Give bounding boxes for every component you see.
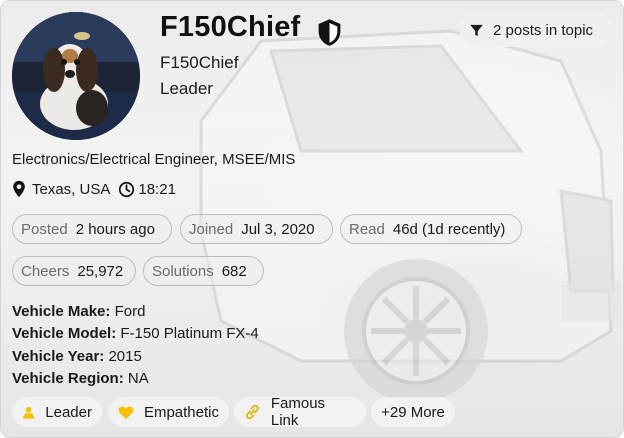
stat-value: 46d (1d recently)	[392, 220, 506, 238]
stat-cheers: Cheers 25,972	[12, 256, 136, 286]
user-profile-card: F150Chief F150Chief Leader 2 posts in to…	[0, 0, 624, 438]
person-icon	[23, 406, 35, 419]
more-badges-button[interactable]: +29 More	[371, 397, 455, 427]
stat-label: Solutions	[152, 262, 214, 280]
stat-joined: Joined Jul 3, 2020	[180, 214, 333, 244]
stat-value: 2 hours ago	[75, 220, 155, 238]
vehicle-field-value: NA	[127, 370, 149, 387]
badge-label: Famous Link	[270, 395, 326, 429]
badge-leader[interactable]: Leader	[12, 397, 102, 427]
vehicle-field-label: Vehicle Model:	[12, 325, 117, 342]
vehicle-year: Vehicle Year: 2015	[12, 348, 142, 365]
stat-value: Jul 3, 2020	[241, 220, 315, 238]
stat-label: Posted	[21, 220, 68, 238]
vehicle-region: Vehicle Region: NA	[12, 370, 149, 387]
filter-icon	[470, 24, 483, 36]
posts-in-topic-button[interactable]: 2 posts in topic	[459, 13, 613, 47]
stat-label: Read	[349, 220, 385, 238]
posts-in-topic-label: 2 posts in topic	[493, 21, 594, 39]
clock-icon	[119, 181, 135, 197]
badge-label: Leader	[45, 403, 92, 421]
local-time-text: 18:21	[138, 180, 176, 198]
stat-label: Cheers	[21, 262, 70, 280]
user-rank: Leader	[160, 79, 213, 98]
map-pin-icon	[13, 180, 25, 198]
avatar[interactable]	[12, 12, 140, 140]
vehicle-field-value: Ford	[114, 303, 146, 320]
stat-value: 682	[221, 262, 247, 280]
link-icon	[246, 405, 259, 419]
vehicle-field-label: Vehicle Make:	[12, 303, 111, 320]
dog-avatar-image	[12, 12, 140, 140]
display-name: F150Chief	[160, 53, 239, 72]
stat-read: Read 46d (1d recently)	[340, 214, 522, 244]
shield-icon	[318, 19, 341, 46]
location-text: Texas, USA	[32, 180, 111, 198]
vehicle-model: Vehicle Model: F-150 Platinum FX-4	[12, 325, 259, 342]
more-badges-label: +29 More	[381, 403, 445, 421]
heart-icon	[118, 406, 134, 419]
vehicle-field-label: Vehicle Year:	[12, 348, 105, 365]
stat-posted: Posted 2 hours ago	[12, 214, 172, 244]
stat-label: Joined	[189, 220, 234, 238]
stat-solutions: Solutions 682	[143, 256, 264, 286]
stat-value: 25,972	[77, 262, 124, 280]
badge-label: Empathetic	[143, 403, 219, 421]
badge-empathetic[interactable]: Empathetic	[108, 397, 229, 427]
vehicle-field-label: Vehicle Region:	[12, 370, 124, 387]
vehicle-make: Vehicle Make: Ford	[12, 303, 145, 320]
vehicle-field-value: 2015	[108, 348, 142, 365]
user-title: Electronics/Electrical Engineer, MSEE/MI…	[12, 151, 296, 168]
badge-famous-link[interactable]: Famous Link	[234, 395, 366, 429]
location-time-row: Texas, USA 18:21	[12, 180, 176, 198]
vehicle-field-value: F-150 Platinum FX-4	[120, 325, 259, 342]
username-heading[interactable]: F150Chief	[160, 11, 300, 44]
